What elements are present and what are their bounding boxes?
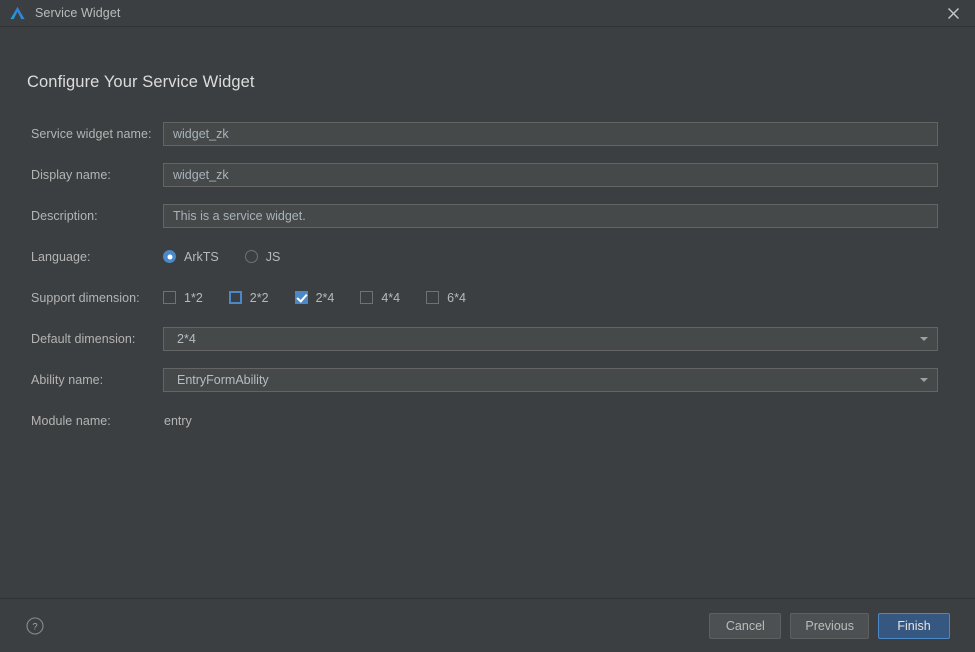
support-dimension-field-wrap: 1*2 2*2 2*4 4*4 6*4 <box>163 291 938 305</box>
dialog-footer: ? Cancel Previous Finish <box>0 598 975 652</box>
form-row-default-dimension: Default dimension: 2*4 <box>0 318 975 359</box>
previous-button[interactable]: Previous <box>790 612 869 639</box>
support-dimension-label: Support dimension: <box>31 290 140 305</box>
support-dimension-option-4x4[interactable]: 4*4 <box>360 291 400 305</box>
finish-button[interactable]: Finish <box>878 612 950 639</box>
radio-selected-icon <box>163 250 176 263</box>
support-dimension-option-1x2-label: 1*2 <box>184 290 203 305</box>
service-widget-name-field-wrap <box>163 121 938 146</box>
deveco-logo-icon <box>10 6 25 19</box>
form-row-display-name: Display name: <box>0 154 975 195</box>
support-dimension-option-2x2[interactable]: 2*2 <box>228 290 269 305</box>
display-name-label: Display name: <box>31 167 111 182</box>
close-icon[interactable] <box>931 0 975 27</box>
title-bar: Service Widget <box>0 0 975 27</box>
module-name-field-wrap: entry <box>163 414 938 428</box>
language-field-wrap: ArkTS JS <box>163 250 938 264</box>
language-option-arkts[interactable]: ArkTS <box>163 250 219 264</box>
module-name-label: Module name: <box>31 413 111 428</box>
default-dimension-value: 2*4 <box>177 331 196 346</box>
language-option-arkts-label: ArkTS <box>184 249 219 264</box>
language-option-js-label: JS <box>265 249 281 264</box>
footer-buttons: Cancel Previous Finish <box>709 612 950 639</box>
support-dimension-option-2x2-label: 2*2 <box>249 290 269 305</box>
window-title: Service Widget <box>35 6 121 20</box>
module-name-value: entry <box>164 413 192 428</box>
support-dimension-checkbox-group: 1*2 2*2 2*4 4*4 6*4 <box>163 291 938 305</box>
support-dimension-option-1x2[interactable]: 1*2 <box>163 291 203 305</box>
language-radio-group: ArkTS JS <box>163 250 938 264</box>
form-row-support-dimension: Support dimension: 1*2 2*2 2*4 4*4 6*4 <box>0 277 975 318</box>
language-option-js[interactable]: JS <box>244 249 281 264</box>
default-dimension-label: Default dimension: <box>31 331 136 346</box>
service-widget-name-input[interactable] <box>163 121 938 146</box>
ability-name-label: Ability name: <box>31 372 104 387</box>
radio-unselected-icon <box>244 250 258 263</box>
checkbox-unchecked-icon <box>163 291 176 304</box>
language-label: Language: <box>31 249 91 264</box>
ability-name-field-wrap: EntryFormAbility <box>163 367 938 392</box>
support-dimension-option-2x4[interactable]: 2*4 <box>294 290 335 305</box>
form-row-ability-name: Ability name: EntryFormAbility <box>0 359 975 400</box>
svg-text:?: ? <box>32 621 37 632</box>
form-row-language: Language: ArkTS JS <box>0 236 975 277</box>
service-widget-dialog: Service Widget Configure Your Service Wi… <box>0 0 975 652</box>
configuration-form: Service widget name: Display name: Descr… <box>0 113 975 441</box>
chevron-down-icon <box>920 377 928 382</box>
display-name-input[interactable] <box>163 162 938 187</box>
description-input[interactable] <box>163 203 938 228</box>
checkbox-unchecked-focused-icon <box>228 291 242 304</box>
ability-name-value: EntryFormAbility <box>177 372 269 387</box>
default-dimension-dropdown[interactable]: 2*4 <box>163 326 938 351</box>
checkbox-checked-icon <box>294 291 308 304</box>
description-label: Description: <box>31 208 98 223</box>
page-title: Configure Your Service Widget <box>27 73 255 91</box>
cancel-button[interactable]: Cancel <box>709 612 782 639</box>
service-widget-name-label: Service widget name: <box>31 126 152 141</box>
form-row-service-widget-name: Service widget name: <box>0 113 975 154</box>
chevron-down-icon <box>920 336 928 341</box>
display-name-field-wrap <box>163 162 938 187</box>
help-circle-icon[interactable]: ? <box>26 616 44 635</box>
description-field-wrap <box>163 203 938 228</box>
default-dimension-field-wrap: 2*4 <box>163 326 938 351</box>
dialog-content: Configure Your Service Widget Service wi… <box>0 27 975 598</box>
support-dimension-option-2x4-label: 2*4 <box>315 290 335 305</box>
support-dimension-option-4x4-label: 4*4 <box>381 290 401 305</box>
form-row-description: Description: <box>0 195 975 236</box>
checkbox-unchecked-icon <box>360 291 374 304</box>
checkbox-unchecked-icon <box>426 291 440 304</box>
support-dimension-option-6x4[interactable]: 6*4 <box>426 291 466 305</box>
support-dimension-option-6x4-label: 6*4 <box>447 290 466 305</box>
ability-name-dropdown[interactable]: EntryFormAbility <box>163 367 938 392</box>
form-row-module-name: Module name: entry <box>0 400 975 441</box>
